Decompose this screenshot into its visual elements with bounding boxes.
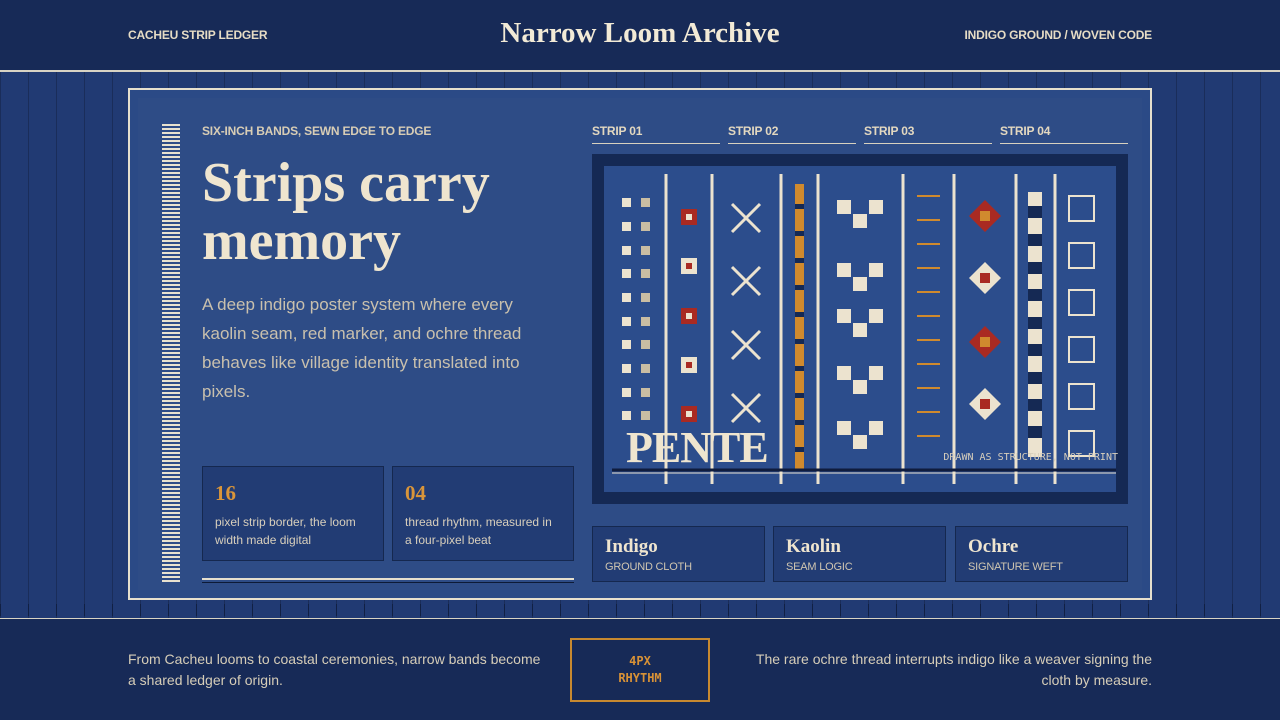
swatch-kaolin: Kaolin SEAM LOGIC — [773, 526, 946, 582]
panel-inner: SIX-INCH BANDS, SEWN EDGE TO EDGE Strips… — [138, 98, 1142, 590]
site-header: CACHEU STRIP LEDGER Narrow Loom Archive … — [0, 0, 1280, 72]
stat-card: 16 pixel strip border, the loom width ma… — [202, 466, 384, 561]
swatch-sub: SEAM LOGIC — [786, 561, 853, 573]
poster-panel: SIX-INCH BANDS, SEWN EDGE TO EDGE Strips… — [128, 88, 1152, 600]
pattern-dots — [622, 198, 650, 420]
footer-left-text: From Cacheu looms to coastal ceremonies,… — [128, 651, 541, 688]
strip-header-03: STRIP 03 — [864, 124, 992, 144]
swatch-ochre: Ochre SIGNATURE WEFT — [955, 526, 1128, 582]
strip-header-01: STRIP 01 — [592, 124, 720, 144]
hero-eyebrow: SIX-INCH BANDS, SEWN EDGE TO EDGE — [202, 124, 432, 138]
swatch-name: Indigo — [605, 536, 658, 557]
strip-header-04: STRIP 04 — [1000, 124, 1128, 144]
stat-value: 04 — [405, 481, 426, 505]
badge-line-1: 4PX — [629, 654, 651, 668]
swatch-sub: GROUND CLOTH — [605, 561, 692, 573]
outline-squares — [1068, 195, 1095, 457]
header-right-label: INDIGO GROUND / WOVEN CODE — [964, 28, 1153, 42]
footer-right-text: The rare ochre thread interrupts indigo … — [755, 651, 1152, 688]
stat-label: pixel strip border, the loom width made … — [215, 515, 356, 547]
red-markers — [681, 209, 697, 422]
cross-marks — [730, 202, 762, 424]
loom-word: PENTE — [626, 423, 769, 472]
swatch-name: Kaolin — [786, 536, 841, 557]
stat-card: 04 thread rhythm, measured in a four-pix… — [392, 466, 574, 561]
stat-label: thread rhythm, measured in a four-pixel … — [405, 515, 552, 547]
swatch-name: Ochre — [968, 536, 1019, 557]
chevron-blocks — [837, 200, 883, 449]
stat-value: 16 — [215, 481, 236, 505]
loom-pattern-panel: PENTE DRAWN AS STRUCTURE, NOT PRINT — [592, 154, 1128, 504]
ochre-dashes — [917, 195, 940, 437]
background-ticks — [0, 604, 1280, 616]
swatch-indigo: Indigo GROUND CLOTH — [592, 526, 765, 582]
double-rule-divider — [202, 578, 574, 583]
swatch-sub: SIGNATURE WEFT — [968, 561, 1063, 573]
strip-border-ruler — [162, 124, 180, 584]
ochre-thread — [795, 184, 804, 469]
strip-header-02: STRIP 02 — [728, 124, 856, 144]
badge-line-2: RHYTHM — [618, 671, 662, 685]
hero-title: Strips carry memory — [202, 152, 490, 272]
rhythm-badge: 4PX RHYTHM — [570, 638, 710, 702]
site-footer: From Cacheu looms to coastal ceremonies,… — [0, 618, 1280, 720]
checker-column — [1028, 192, 1042, 457]
loom-caption: DRAWN AS STRUCTURE, NOT PRINT — [943, 452, 1118, 463]
diamond-markers — [969, 200, 1001, 420]
hero-body: A deep indigo poster system where every … — [202, 295, 522, 401]
